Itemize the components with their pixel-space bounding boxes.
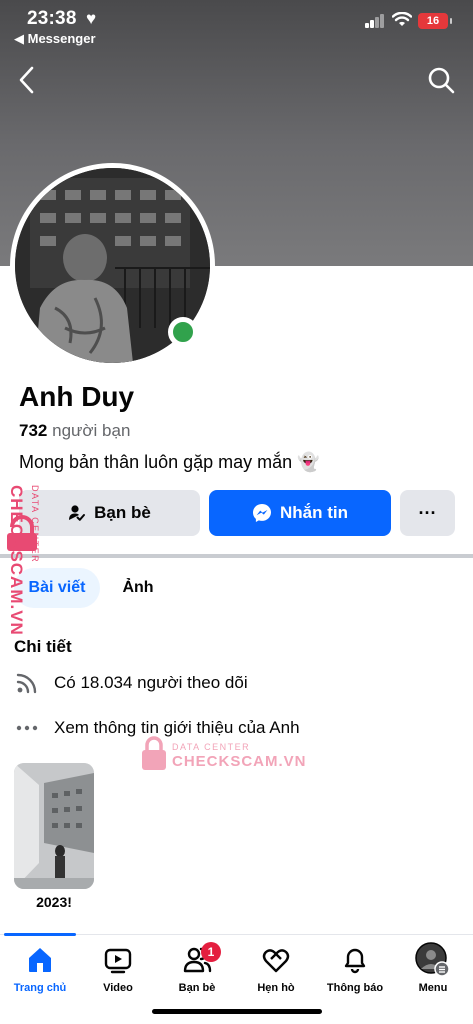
home-indicator [152,1009,322,1014]
watermark-side-main: CHECKSCAM.VN [7,485,26,636]
back-to-app-link[interactable]: ◀ Messenger [14,31,96,47]
home-icon [29,948,51,972]
more-options-button[interactable]: ··· [400,490,455,536]
friend-count-label: người bạn [52,421,131,440]
watermark-center-top: DATA CENTER [172,742,251,752]
followers-row[interactable]: Có 18.034 người theo dõi [14,668,248,698]
section-divider [0,554,473,558]
wifi-icon [392,12,412,26]
online-status-indicator [168,317,198,347]
nav-notifications-label: Thông báo [326,982,384,994]
bell-icon [344,948,366,974]
featured-story[interactable] [14,763,94,889]
heart-icon: ♥ [86,9,97,28]
friends-button-label: Bạn bè [94,503,151,522]
search-button[interactable] [426,64,456,96]
chevron-left-icon [19,66,34,94]
nav-dating-label: Hẹn hò [257,982,295,994]
status-bar: 23:38 ♥ ◀ Messenger 16 [0,0,473,52]
nav-video[interactable]: Video [78,942,158,994]
active-tab-indicator [4,933,76,936]
nav-menu[interactable]: Menu [393,942,473,994]
dating-icon [262,949,290,973]
featured-photo [14,763,94,889]
nav-friends-label: Bạn bè [178,982,216,994]
profile-name: Anh Duy [19,381,135,412]
status-time: 23:38 [27,8,77,29]
nav-notifications[interactable]: Thông báo [315,942,395,994]
search-icon [428,67,455,94]
nav-video-label: Video [103,982,133,994]
nav-menu-label: Menu [418,982,448,994]
watermark-side-top: DATA CENTER [30,485,40,564]
battery-icon: 16 [418,13,452,29]
back-button[interactable] [14,64,42,96]
message-button-label: Nhắn tin [280,503,348,522]
nav-friends[interactable]: 1 Bạn bè [157,942,237,994]
friend-count[interactable]: 732 người bạn [19,421,130,441]
friend-check-icon [69,505,86,521]
intro-text: Xem thông tin giới thiệu của Anh [54,718,300,737]
nav-home[interactable]: Trang chủ [0,942,80,994]
nav-dating[interactable]: Hẹn hò [236,942,316,994]
watermark-center-lock-icon [142,736,166,770]
signal-icon [365,14,385,28]
more-icon: ··· [418,502,437,523]
nav-home-label: Trang chủ [13,982,67,994]
friends-badge: 1 [201,942,221,962]
profile-bio: Mong bản thân luôn gặp may mắn 👻 [19,452,320,472]
menu-avatar-icon [415,942,450,977]
details-heading: Chi tiết [14,637,72,656]
rss-icon [14,670,40,696]
watermark-center-main: CHECKSCAM.VN [172,753,307,770]
tab-photos[interactable]: Ảnh [108,568,168,608]
message-button[interactable]: Nhắn tin [209,490,391,536]
friend-count-number: 732 [19,421,48,440]
video-icon [104,948,132,974]
featured-label: 2023! [36,894,72,910]
followers-text: Có 18.034 người theo dõi [54,673,248,692]
messenger-icon [253,504,271,522]
ellipsis-icon [14,715,40,741]
